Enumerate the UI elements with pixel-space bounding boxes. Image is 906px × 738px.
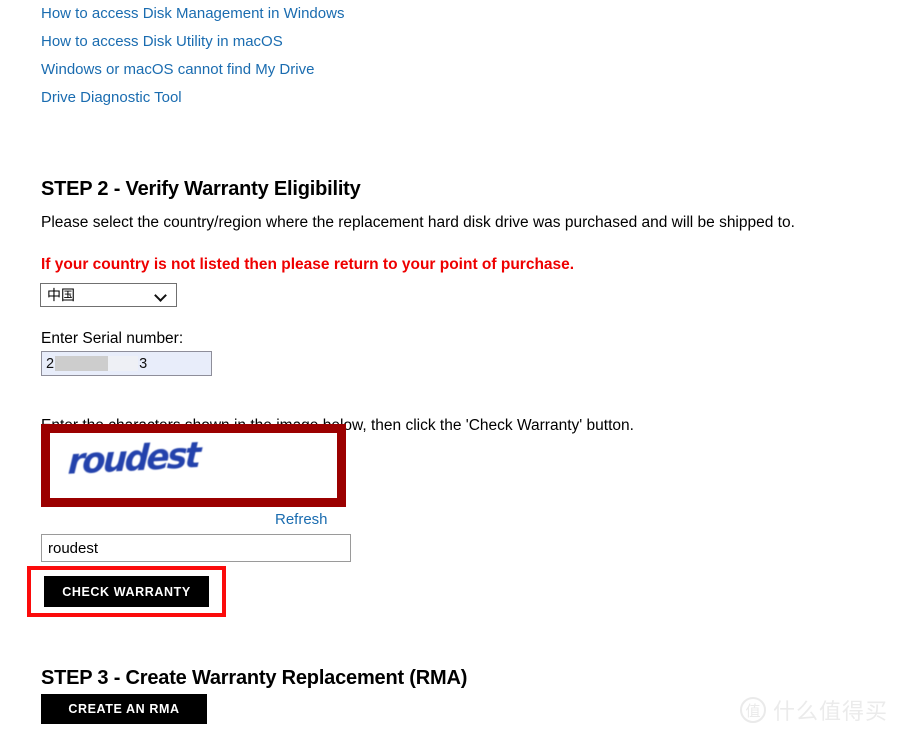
list-item: Windows or macOS cannot find My Drive [41, 56, 801, 84]
create-rma-button[interactable]: CREATE AN RMA [41, 694, 207, 724]
list-item: How to access Disk Management in Windows [41, 0, 801, 28]
captcha-input[interactable]: roudest [41, 534, 351, 562]
serial-prefix: 2 [46, 355, 55, 372]
serial-redaction-block [55, 356, 109, 371]
serial-number-input[interactable]: 2 3 [41, 351, 212, 376]
serial-number-label: Enter Serial number: [41, 330, 184, 347]
link-disk-utility-macos[interactable]: How to access Disk Utility in macOS [41, 33, 283, 50]
smzdm-watermark: 值 什么值得买 [739, 694, 888, 726]
country-select[interactable]: 中国 [40, 283, 177, 307]
country-select-value: 中国 [47, 287, 75, 303]
watermark-badge-icon: 值 [739, 697, 766, 723]
link-cannot-find-my-drive[interactable]: Windows or macOS cannot find My Drive [41, 61, 314, 78]
serial-redaction-block-light [108, 356, 139, 371]
captcha-image: roudest [50, 433, 337, 498]
step3-heading: STEP 3 - Create Warranty Replacement (RM… [41, 666, 468, 689]
check-warranty-button[interactable]: CHECK WARRANTY [44, 576, 209, 607]
captcha-image-text: roudest [66, 434, 200, 484]
refresh-captcha-link[interactable]: Refresh [275, 511, 328, 528]
captcha-annotation-box: roudest [41, 424, 346, 507]
serial-suffix: 3 [139, 355, 148, 372]
link-drive-diagnostic-tool[interactable]: Drive Diagnostic Tool [41, 89, 182, 106]
check-warranty-annotation-box: CHECK WARRANTY [27, 566, 226, 617]
captcha-input-value: roudest [48, 539, 99, 557]
step2-instruction-paragraph: Please select the country/region where t… [41, 213, 795, 231]
list-item: How to access Disk Utility in macOS [41, 28, 801, 56]
chevron-down-icon [156, 290, 167, 301]
watermark-text: 什么值得买 [772, 700, 888, 725]
link-disk-management-windows[interactable]: How to access Disk Management in Windows [41, 5, 344, 22]
step2-heading: STEP 2 - Verify Warranty Eligibility [41, 177, 361, 200]
country-not-listed-warning: If your country is not listed then pleas… [41, 255, 575, 273]
list-item: Drive Diagnostic Tool [41, 84, 801, 112]
help-links-list: How to access Disk Management in Windows… [41, 0, 801, 112]
